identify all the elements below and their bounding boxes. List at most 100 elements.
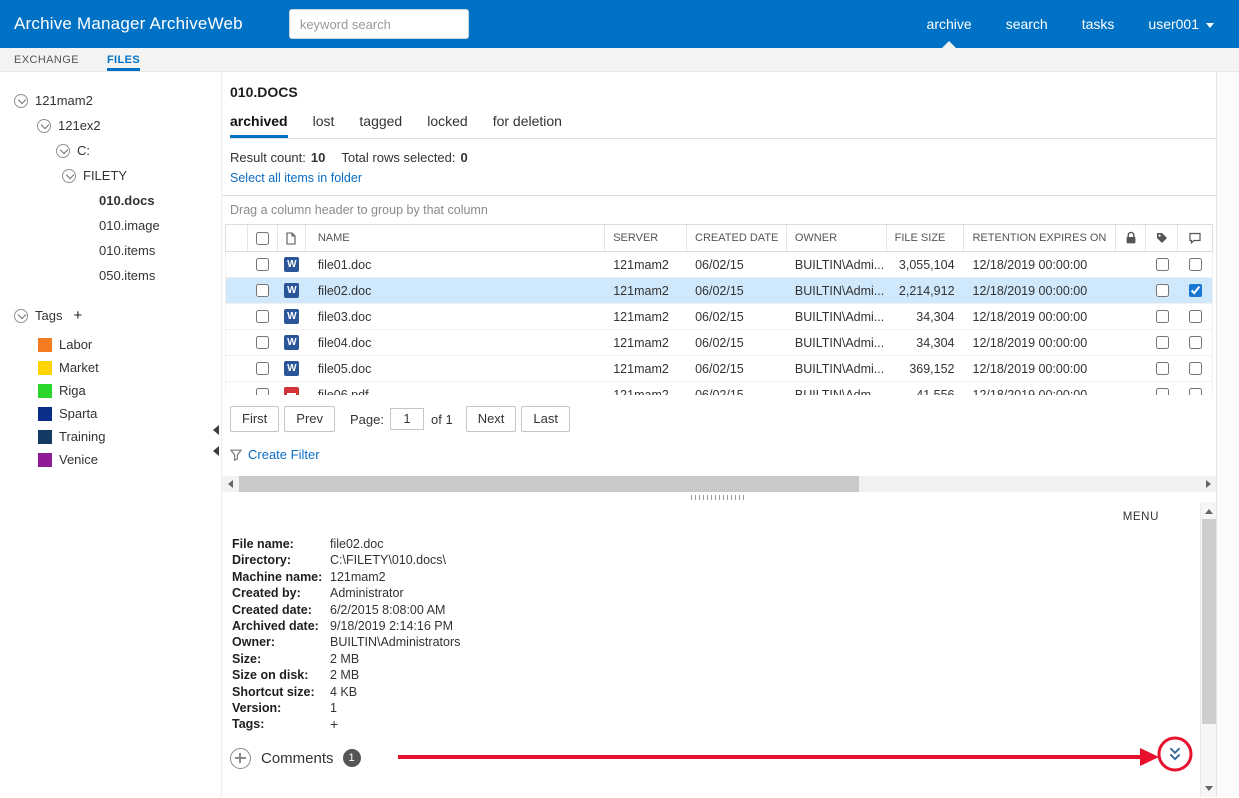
tree-item-010-items[interactable]: 010.items	[0, 238, 212, 263]
scroll-up-button[interactable]	[1201, 503, 1216, 519]
row-comment-checkbox[interactable]	[1188, 258, 1202, 271]
row-tag-checkbox[interactable]	[1155, 336, 1169, 349]
scroll-down-button[interactable]	[1201, 780, 1216, 796]
row-select-checkbox[interactable]	[256, 284, 270, 297]
table-row[interactable]: W file04.doc 121mam2 06/02/15 BUILTIN\Ad…	[226, 330, 1212, 356]
table-row[interactable]: W file02.doc 121mam2 06/02/15 BUILTIN\Ad…	[226, 278, 1212, 304]
sidebar-splitter[interactable]	[212, 72, 222, 797]
vertical-scrollbar[interactable]	[1200, 502, 1216, 797]
expand-icon[interactable]	[37, 118, 51, 133]
scroll-right-button[interactable]	[1200, 476, 1216, 492]
nav-search[interactable]: search	[989, 0, 1065, 48]
tab-files[interactable]: FILES	[106, 54, 141, 71]
file-name-cell[interactable]: file01.doc	[306, 258, 605, 272]
row-tag-checkbox[interactable]	[1155, 258, 1169, 271]
horizontal-scrollbar[interactable]	[222, 476, 1216, 492]
header-name[interactable]: NAME	[306, 225, 606, 251]
scroll-left-button[interactable]	[222, 476, 238, 492]
file-name-cell[interactable]: file05.doc	[306, 362, 605, 376]
row-select-checkbox[interactable]	[256, 310, 270, 323]
nav-archive[interactable]: archive	[910, 0, 989, 48]
row-select-checkbox[interactable]	[256, 362, 270, 375]
header-file-size[interactable]: FILE SIZE	[887, 225, 965, 251]
prev-page-button[interactable]: Prev	[284, 406, 336, 432]
tree-item-121mam2[interactable]: 121mam2	[0, 88, 212, 113]
sidebar-tag-sparta[interactable]: Sparta	[0, 402, 212, 425]
tree-item-010-docs[interactable]: 010.docs	[0, 188, 212, 213]
last-page-button[interactable]: Last	[521, 406, 570, 432]
table-row[interactable]: W file05.doc 121mam2 06/02/15 BUILTIN\Ad…	[226, 356, 1212, 382]
keyword-search-input[interactable]	[288, 9, 469, 39]
file-name-cell[interactable]: file06.pdf	[306, 388, 605, 396]
header-server[interactable]: SERVER	[605, 225, 688, 251]
row-comment-checkbox[interactable]	[1188, 362, 1202, 375]
header-created-date[interactable]: CREATED DATE	[687, 225, 787, 251]
tree-item-c-drive[interactable]: C:	[0, 138, 212, 163]
file-name-cell[interactable]: file03.doc	[306, 310, 605, 324]
sidebar-tag-training[interactable]: Training	[0, 425, 212, 448]
next-page-button[interactable]: Next	[465, 406, 517, 432]
row-tag-checkbox[interactable]	[1155, 310, 1169, 323]
tab-exchange[interactable]: EXCHANGE	[14, 54, 79, 71]
row-tag-checkbox[interactable]	[1155, 388, 1169, 395]
collapse-left-icon[interactable]	[213, 446, 219, 456]
tab-tagged[interactable]: tagged	[359, 113, 402, 138]
tree-item-121ex2[interactable]: 121ex2	[0, 113, 212, 138]
row-tag-checkbox[interactable]	[1155, 362, 1169, 375]
sidebar-tag-riga[interactable]: Riga	[0, 379, 212, 402]
header-file-type[interactable]	[278, 225, 306, 251]
expand-icon[interactable]	[14, 93, 28, 108]
add-comment-icon[interactable]	[230, 747, 251, 769]
tree-item-010-image[interactable]: 010.image	[0, 213, 212, 238]
select-all-link[interactable]: Select all items in folder	[230, 171, 362, 185]
add-tag-button[interactable]: +	[330, 716, 338, 732]
user-menu[interactable]: user001	[1131, 0, 1231, 48]
horizontal-scrollbar-thumb[interactable]	[239, 476, 859, 492]
header-tag[interactable]	[1146, 225, 1179, 251]
row-select-checkbox[interactable]	[256, 388, 270, 395]
expand-icon[interactable]	[56, 143, 70, 158]
sidebar-tag-venice[interactable]: Venice	[0, 448, 212, 471]
add-tag-button[interactable]: +	[73, 308, 82, 323]
header-retention[interactable]: RETENTION EXPIRES ON	[964, 225, 1117, 251]
table-row[interactable]: W file03.doc 121mam2 06/02/15 BUILTIN\Ad…	[226, 304, 1212, 330]
row-comment-checkbox[interactable]	[1188, 388, 1202, 395]
first-page-button[interactable]: First	[230, 406, 280, 432]
tab-for-deletion[interactable]: for deletion	[493, 113, 562, 138]
nav-tasks[interactable]: tasks	[1065, 0, 1132, 48]
row-select-checkbox[interactable]	[256, 336, 270, 349]
sidebar-tag-labor[interactable]: Labor	[0, 333, 212, 356]
header-owner[interactable]: OWNER	[787, 225, 887, 251]
row-select-checkbox[interactable]	[256, 258, 270, 271]
collapse-left-icon[interactable]	[213, 425, 219, 435]
create-filter-link[interactable]: Create Filter	[230, 447, 1216, 462]
file-name-cell[interactable]: file04.doc	[306, 336, 605, 350]
expand-icon[interactable]	[62, 168, 76, 183]
expand-comments-button[interactable]	[1167, 745, 1183, 763]
row-comment-checkbox[interactable]	[1188, 336, 1202, 349]
file-size-cell: 369,152	[909, 361, 955, 376]
vertical-scrollbar-thumb[interactable]	[1202, 519, 1216, 724]
document-icon	[286, 231, 296, 245]
row-comment-checkbox[interactable]	[1188, 310, 1202, 323]
tree-item-050-items[interactable]: 050.items	[0, 263, 212, 288]
table-row[interactable]: file06.pdf 121mam2 06/02/15 BUILTIN\Adm.…	[226, 382, 1212, 395]
header-lock[interactable]	[1116, 225, 1147, 251]
tab-archived[interactable]: archived	[230, 113, 288, 138]
row-tag-checkbox[interactable]	[1155, 284, 1169, 297]
tree-item-filety[interactable]: FILETY	[0, 163, 212, 188]
details-splitter[interactable]	[222, 492, 1216, 502]
header-comment[interactable]	[1178, 225, 1212, 251]
tab-locked[interactable]: locked	[427, 113, 467, 138]
table-row[interactable]: W file01.doc 121mam2 06/02/15 BUILTIN\Ad…	[226, 252, 1212, 278]
expand-icon[interactable]	[14, 308, 28, 323]
file-name-cell[interactable]: file02.doc	[306, 284, 605, 298]
splitter-grip[interactable]	[691, 495, 747, 500]
file-size-cell: 34,304	[916, 335, 955, 350]
row-comment-checkbox[interactable]	[1188, 284, 1202, 297]
sidebar-tag-market[interactable]: Market	[0, 356, 212, 379]
page-number-input[interactable]	[390, 408, 424, 430]
tab-lost[interactable]: lost	[313, 113, 335, 138]
select-all-checkbox[interactable]	[255, 231, 269, 245]
details-menu-button[interactable]: MENU	[1123, 511, 1159, 523]
